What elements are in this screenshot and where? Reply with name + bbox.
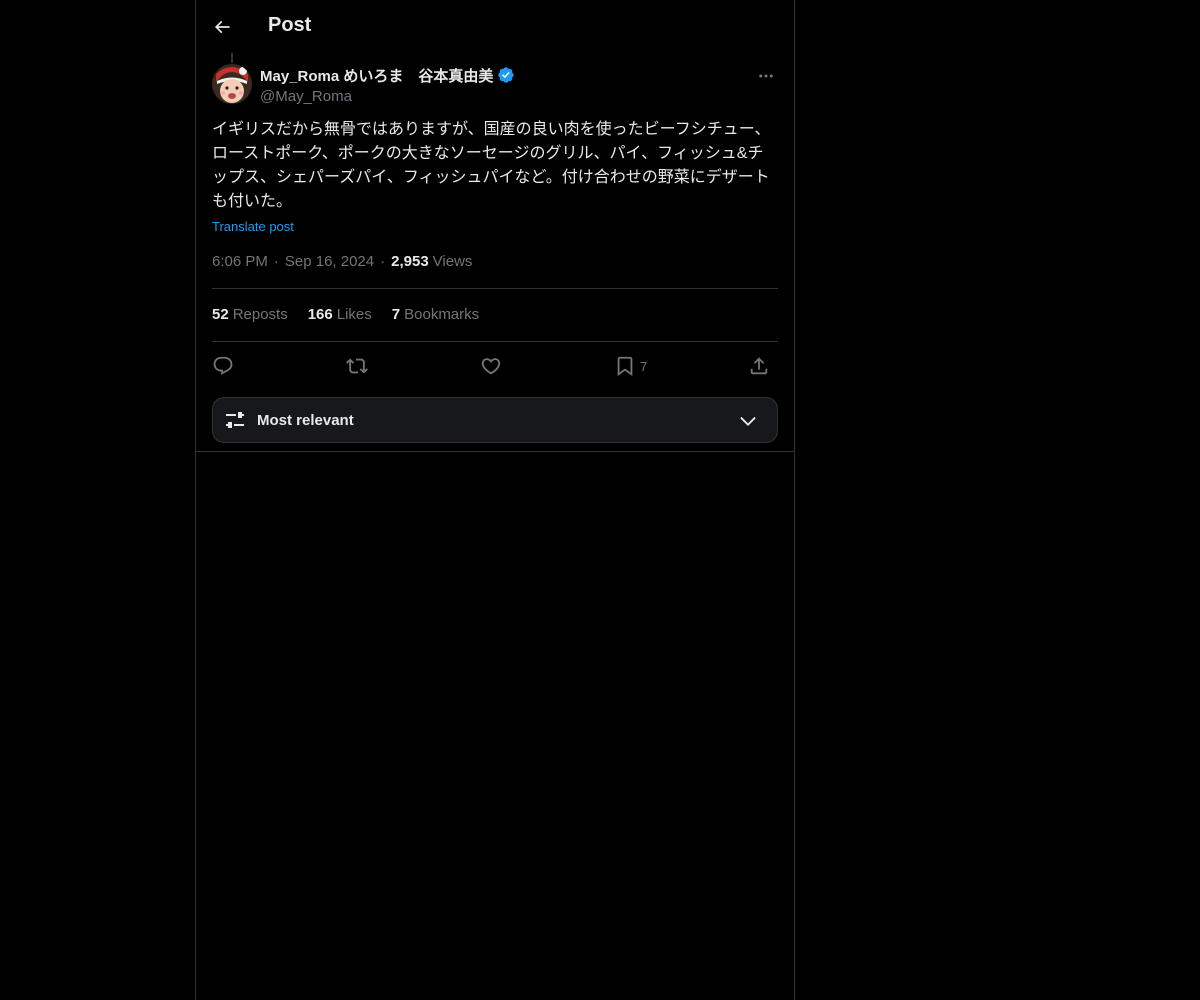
divider [212,288,778,289]
likes-label: Likes [336,306,372,323]
bookmarks-stat[interactable]: 7 Bookmarks [392,306,479,323]
reposts-label: Reposts [232,306,288,323]
bookmark-button[interactable]: 7 [614,352,647,380]
page-title: Post [268,14,312,36]
views-label: Views [432,253,473,270]
reposts-count: 52 [212,306,229,323]
translate-post-link[interactable]: Translate post [212,219,294,234]
action-bar: 7 [212,352,778,380]
engagement-stats: 52 Reposts 166 Likes 7 Bookmarks [212,306,479,323]
post-time[interactable]: 6:06 PM [212,253,268,270]
chevron-down-icon [740,416,756,426]
more-dots-icon [759,74,773,78]
meta-separator: · [380,253,386,270]
page-header: Post [196,0,794,53]
repost-icon [346,358,368,374]
reply-icon [213,356,233,375]
sliders-icon [226,412,244,428]
post-date[interactable]: Sep 16, 2024 [285,253,374,270]
reply-sort-dropdown[interactable]: Most relevant [212,397,778,443]
divider [212,341,778,342]
reply-button[interactable] [212,352,234,380]
more-options-button[interactable] [754,64,778,88]
likes-stat[interactable]: 166 Likes [308,306,372,323]
views-count: 2,953 [391,253,429,270]
display-name-line: May_Roma めいろま 谷本真由美 [260,65,515,85]
like-button[interactable] [480,352,502,380]
post-author: May_Roma めいろま 谷本真由美 @May_Roma [212,64,778,108]
post-metadata: 6:06 PM · Sep 16, 2024 · 2,953 Views [212,253,472,270]
avatar[interactable] [212,64,252,104]
meta-separator: · [273,253,279,270]
section-divider [196,451,794,452]
baby-avatar-image [212,64,252,104]
verified-badge-icon[interactable] [497,66,515,84]
bookmark-icon [617,356,633,377]
share-button[interactable] [748,352,770,380]
primary-column: Post May_Roma めいろま 谷本真由美 @May_Roma イギリスだ… [195,0,795,1000]
likes-count: 166 [307,306,333,323]
post-text: イギリスだから無骨ではありますが、国産の良い肉を使ったビーフシチュー、ローストポ… [212,121,771,210]
author-handle[interactable]: @May_Roma [260,88,515,105]
heart-icon [481,358,501,375]
arrow-left-icon [214,20,230,34]
author-names: May_Roma めいろま 谷本真由美 @May_Roma [260,65,515,105]
thread-connector-line [231,53,233,63]
back-button[interactable] [204,9,240,45]
share-icon [750,357,768,375]
repost-button[interactable] [346,352,368,380]
bookmarks-label: Bookmarks [404,306,480,323]
author-display-name[interactable]: May_Roma めいろま 谷本真由美 [260,65,493,86]
bookmark-count: 7 [640,358,648,374]
bookmarks-count: 7 [391,306,401,323]
sort-label: Most relevant [257,411,354,429]
reposts-stat[interactable]: 52 Reposts [212,306,288,323]
